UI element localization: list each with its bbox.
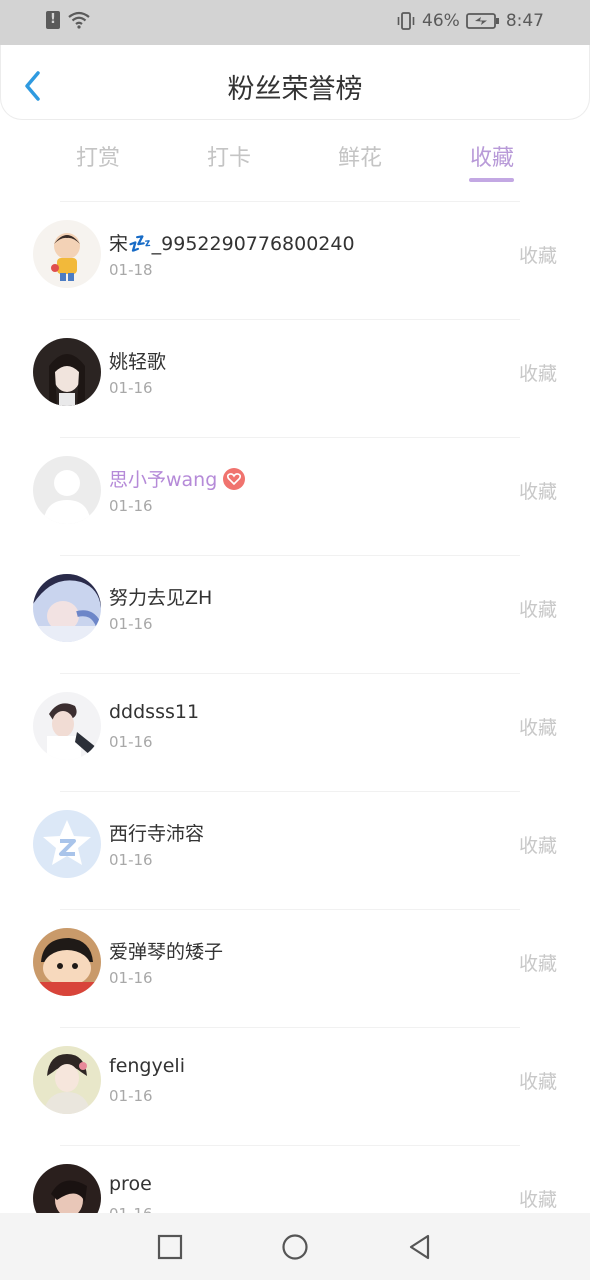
date: 01-16 [109,733,153,751]
fan-list: 宋💤_9952290776800240 01-18 收藏 姚轻歌 01-16 收… [0,201,590,1213]
date: 01-16 [109,379,153,397]
recent-apps-button[interactable] [156,1233,184,1261]
clock: 8:47 [505,11,544,31]
avatar [33,1164,101,1213]
tab-flowers[interactable]: 鲜花 [338,140,382,172]
date: 01-16 [109,851,153,869]
status-bar: ! 46% 8:47 [0,0,590,45]
tab-bar: 打赏 打卡 鲜花 收藏 [0,130,590,190]
user-name: dddsss11 [109,701,200,723]
favorite-label: 收藏 [518,245,557,267]
back-icon [409,1234,430,1260]
status-left: ! [46,11,90,29]
avatar [33,220,101,288]
date: 01-18 [109,261,153,279]
avatar-placeholder [33,456,101,524]
vip-heart-badge-icon [223,467,246,490]
tab-favorites[interactable]: 收藏 [470,140,514,172]
list-item[interactable]: fengyeli 01-16 收藏 [0,1027,590,1145]
list-item[interactable]: 西行寺沛容 01-16 收藏 [0,791,590,909]
list-item[interactable]: dddsss11 01-16 收藏 [0,673,590,791]
user-name: 努力去见ZH [109,587,213,609]
tab-checkin[interactable]: 打卡 [207,140,251,172]
user-name: fengyeli [109,1055,185,1077]
favorite-label: 收藏 [518,717,557,739]
user-name: proe [109,1173,152,1195]
favorite-label: 收藏 [518,1071,557,1093]
system-nav-bar [0,1213,590,1280]
battery-percent: 46% [422,11,460,31]
user-name: 宋💤_9952290776800240 [109,233,355,255]
avatar [33,574,101,642]
favorite-label: 收藏 [518,599,557,621]
battery-icon [465,13,499,29]
vibrate-icon [397,12,415,30]
favorite-label: 收藏 [518,953,557,975]
recent-apps-icon [157,1234,183,1260]
date: 01-16 [109,969,153,987]
list-item[interactable]: 努力去见ZH 01-16 收藏 [0,555,590,673]
alert-icon: ! [46,11,60,29]
avatar [33,1046,101,1114]
list-item[interactable]: 宋💤_9952290776800240 01-18 收藏 [0,201,590,319]
favorite-label: 收藏 [518,1189,557,1211]
home-icon [282,1234,308,1260]
user-name: 姚轻歌 [109,351,167,373]
wifi-icon [68,11,90,29]
favorite-label: 收藏 [518,363,557,385]
favorite-label: 收藏 [518,835,557,857]
user-name: 思小予wang [109,469,218,491]
date: 01-16 [109,1087,153,1105]
avatar [33,338,101,406]
avatar [33,692,101,760]
user-name: 西行寺沛容 [109,823,205,845]
date: 01-16 [109,1205,153,1213]
date: 01-16 [109,615,153,633]
list-item[interactable]: proe 01-16 收藏 [0,1145,590,1213]
list-item[interactable]: 思小予wang 01-16 收藏 [0,437,590,555]
avatar [33,928,101,996]
avatar-qq-default [33,810,101,878]
user-name: 爱弹琴的矮子 [109,941,224,963]
header: 粉丝荣誉榜 [0,45,590,120]
favorite-label: 收藏 [518,481,557,503]
home-button[interactable] [281,1233,309,1261]
page-title: 粉丝荣誉榜 [227,74,363,105]
status-right: 46% 8:47 [396,11,544,31]
list-item[interactable]: 姚轻歌 01-16 收藏 [0,319,590,437]
tab-reward[interactable]: 打赏 [76,140,120,172]
date: 01-16 [109,497,153,515]
user-name-row: 思小予wang [109,465,246,492]
nav-back-button[interactable] [406,1233,434,1261]
active-tab-indicator [469,178,514,182]
list-item[interactable]: 爱弹琴的矮子 01-16 收藏 [0,909,590,1027]
